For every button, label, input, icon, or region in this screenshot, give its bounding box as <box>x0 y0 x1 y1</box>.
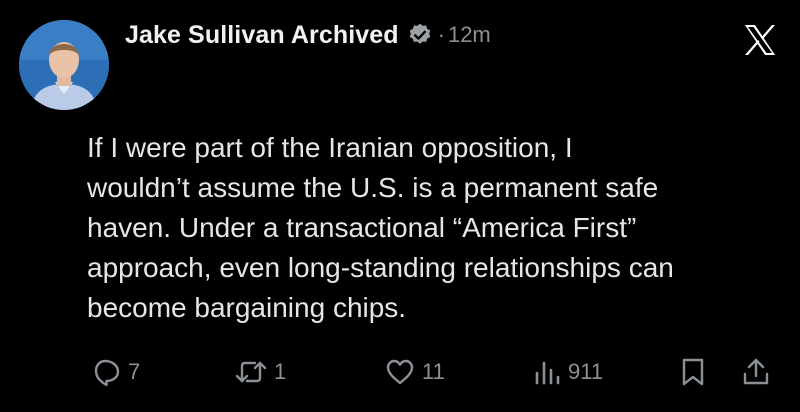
avatar-image <box>19 20 109 110</box>
post-time[interactable]: 12m <box>448 22 491 48</box>
tweet-card: Jake Sullivan Archived · 12m If I were p… <box>0 0 800 412</box>
heart-icon <box>386 359 414 385</box>
view-count: 911 <box>568 359 604 384</box>
share-icon <box>743 358 769 385</box>
author-name[interactable]: Jake Sullivan Archived <box>125 21 399 50</box>
repost-icon <box>235 361 267 383</box>
share-button[interactable] <box>741 352 771 392</box>
like-button[interactable]: 11 <box>384 352 445 392</box>
tweet-line: haven. Under a transactional “America Fi… <box>87 212 637 243</box>
repost-button[interactable]: 1 <box>234 352 286 392</box>
reply-button[interactable]: 7 <box>92 352 140 392</box>
reply-count: 7 <box>128 359 141 384</box>
tweet-line: approach, even long-standing relationshi… <box>87 252 674 283</box>
x-logo-icon <box>742 22 778 58</box>
reply-icon <box>94 359 120 387</box>
repost-count: 1 <box>274 359 287 384</box>
views-icon <box>535 361 560 385</box>
header-separator: · <box>437 22 445 47</box>
tweet-text: If I were part of the Iranian opposition… <box>87 128 777 328</box>
bookmark-button[interactable] <box>679 352 707 392</box>
tweet-header: Jake Sullivan Archived · 12m <box>125 17 491 53</box>
action-bar: 7 1 11 911 <box>0 352 800 392</box>
tweet-line: become bargaining chips. <box>87 292 407 323</box>
tweet-line: wouldn’t assume the U.S. is a permanent … <box>87 172 659 203</box>
like-count: 11 <box>422 359 445 384</box>
verified-badge-icon <box>407 22 433 48</box>
tweet-line: If I were part of the Iranian opposition… <box>87 132 573 163</box>
views-button[interactable]: 911 <box>532 352 603 392</box>
avatar[interactable] <box>19 20 109 110</box>
bookmark-icon <box>682 358 704 386</box>
